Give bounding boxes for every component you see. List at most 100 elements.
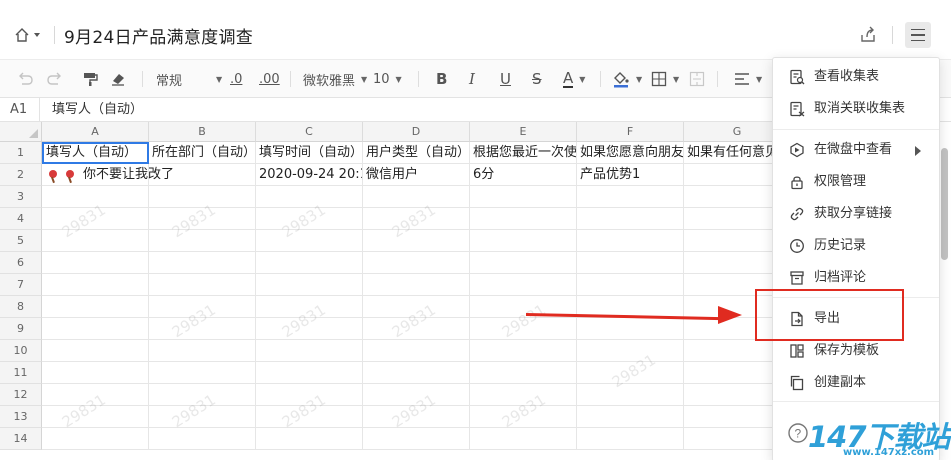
cell-D9[interactable] — [363, 318, 470, 340]
cell-D5[interactable] — [363, 230, 470, 252]
cell-C10[interactable] — [256, 340, 363, 362]
align-button[interactable]: ▼ — [734, 60, 762, 98]
cell-C13[interactable] — [256, 406, 363, 428]
cell-D13[interactable] — [363, 406, 470, 428]
column-header[interactable]: C — [256, 122, 363, 142]
cell-D1[interactable]: 用户类型（自动） — [363, 142, 470, 164]
undo-button[interactable] — [16, 60, 34, 98]
cell-F3[interactable] — [577, 186, 684, 208]
italic-button[interactable]: I — [469, 60, 475, 98]
cell-E11[interactable] — [470, 362, 577, 384]
column-header[interactable]: E — [470, 122, 577, 142]
cell-C9[interactable] — [256, 318, 363, 340]
cell-F11[interactable] — [577, 362, 684, 384]
menu-item-weiyun-drive[interactable]: 在微盘中查看 — [773, 135, 939, 165]
cell-A3[interactable] — [42, 186, 149, 208]
cell-F10[interactable] — [577, 340, 684, 362]
cell-E9[interactable] — [470, 318, 577, 340]
cell-A7[interactable] — [42, 274, 149, 296]
cell-B9[interactable] — [149, 318, 256, 340]
cell-E7[interactable] — [470, 274, 577, 296]
cell-A8[interactable] — [42, 296, 149, 318]
cell-F4[interactable] — [577, 208, 684, 230]
menu-item-clock[interactable]: 历史记录 — [773, 231, 939, 261]
column-header[interactable]: F — [577, 122, 684, 142]
cell-A5[interactable] — [42, 230, 149, 252]
strikethrough-button[interactable]: S — [532, 60, 542, 98]
number-format-select[interactable]: 常规 ▼ — [156, 60, 222, 98]
cell-D3[interactable] — [363, 186, 470, 208]
format-painter-button[interactable] — [82, 60, 98, 98]
row-header[interactable]: 6 — [0, 252, 42, 274]
cell-B10[interactable] — [149, 340, 256, 362]
cell-E10[interactable] — [470, 340, 577, 362]
cell-E12[interactable] — [470, 384, 577, 406]
cell-E5[interactable] — [470, 230, 577, 252]
column-header[interactable]: B — [149, 122, 256, 142]
cell-A10[interactable] — [42, 340, 149, 362]
cell-F5[interactable] — [577, 230, 684, 252]
cell-E3[interactable] — [470, 186, 577, 208]
cell-C7[interactable] — [256, 274, 363, 296]
cell-A9[interactable] — [42, 318, 149, 340]
row-header[interactable]: 2 — [0, 164, 42, 186]
cell-E4[interactable] — [470, 208, 577, 230]
row-header[interactable]: 4 — [0, 208, 42, 230]
column-header[interactable]: A — [42, 122, 149, 142]
menu-item-link[interactable]: 获取分享链接 — [773, 199, 939, 229]
cell-F13[interactable] — [577, 406, 684, 428]
row-header[interactable]: 14 — [0, 428, 42, 450]
cell-A12[interactable] — [42, 384, 149, 406]
fill-color-button[interactable]: ▼ — [612, 60, 642, 98]
clear-format-button[interactable] — [110, 60, 126, 98]
cell-reference[interactable]: A1 — [0, 98, 40, 122]
cell-E14[interactable] — [470, 428, 577, 450]
cell-A1[interactable]: 填写人（自动） — [42, 142, 149, 164]
decrease-decimal-button[interactable]: .0 — [230, 60, 242, 98]
font-color-button[interactable]: A ▼ — [563, 60, 585, 98]
cell-F2[interactable]: 产品优势1 — [577, 164, 684, 186]
cell-C6[interactable] — [256, 252, 363, 274]
cell-E2[interactable]: 6分 — [470, 164, 577, 186]
row-header[interactable]: 1 — [0, 142, 42, 164]
cell-D11[interactable] — [363, 362, 470, 384]
cell-D14[interactable] — [363, 428, 470, 450]
cell-D4[interactable] — [363, 208, 470, 230]
row-header[interactable]: 9 — [0, 318, 42, 340]
menu-item-view-form[interactable]: 查看收集表 — [773, 62, 939, 92]
cell-C1[interactable]: 填写时间（自动） — [256, 142, 363, 164]
border-button[interactable]: ▼ — [651, 60, 679, 98]
cell-E13[interactable] — [470, 406, 577, 428]
cell-A11[interactable] — [42, 362, 149, 384]
row-header[interactable]: 12 — [0, 384, 42, 406]
cell-C12[interactable] — [256, 384, 363, 406]
cell-D2[interactable]: 微信用户 — [363, 164, 470, 186]
cell-F9[interactable] — [577, 318, 684, 340]
cell-B11[interactable] — [149, 362, 256, 384]
row-header[interactable]: 7 — [0, 274, 42, 296]
row-header[interactable]: 10 — [0, 340, 42, 362]
cell-D7[interactable] — [363, 274, 470, 296]
underline-button[interactable]: U — [500, 60, 511, 98]
cell-C5[interactable] — [256, 230, 363, 252]
select-all-corner[interactable] — [0, 122, 42, 142]
cell-C11[interactable] — [256, 362, 363, 384]
cell-A14[interactable] — [42, 428, 149, 450]
document-title[interactable]: 9月24日产品满意度调查 — [64, 23, 253, 48]
cell-E6[interactable] — [470, 252, 577, 274]
cell-C8[interactable] — [256, 296, 363, 318]
redo-button[interactable] — [46, 60, 64, 98]
cell-F14[interactable] — [577, 428, 684, 450]
cell-A13[interactable] — [42, 406, 149, 428]
row-header[interactable]: 3 — [0, 186, 42, 208]
cell-D12[interactable] — [363, 384, 470, 406]
cell-A4[interactable] — [42, 208, 149, 230]
cell-B3[interactable] — [149, 186, 256, 208]
cell-D6[interactable] — [363, 252, 470, 274]
row-header[interactable]: 11 — [0, 362, 42, 384]
cell-F7[interactable] — [577, 274, 684, 296]
row-header[interactable]: 13 — [0, 406, 42, 428]
cell-F12[interactable] — [577, 384, 684, 406]
bold-button[interactable]: B — [436, 60, 447, 98]
vertical-scrollbar[interactable] — [941, 148, 948, 260]
